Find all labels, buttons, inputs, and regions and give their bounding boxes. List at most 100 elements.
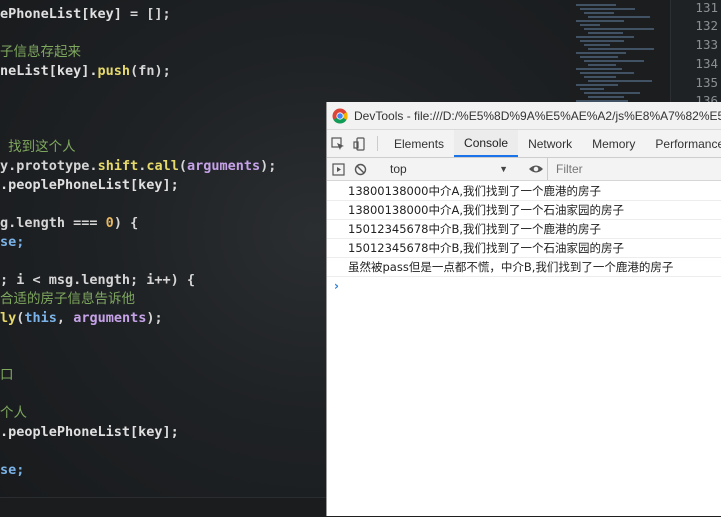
minimap-line (588, 16, 650, 18)
code-token: ly (0, 310, 17, 326)
minimap-line (576, 36, 634, 38)
code-token: ; i < msg.length; i++) { (0, 272, 196, 288)
minimap-line (584, 60, 644, 62)
inspect-element-icon[interactable] (327, 130, 349, 157)
minimap-line (588, 48, 654, 50)
tab-network[interactable]: Network (518, 130, 582, 157)
code-line: g.length === 0) { (0, 214, 138, 233)
code-token: . (89, 158, 98, 174)
editor-horizontal-scrollbar[interactable] (0, 497, 326, 517)
minimap-line (588, 80, 652, 82)
code-token: ePhoneList[key] (0, 6, 122, 22)
code-line: 合适的房子信息告诉他 (0, 290, 135, 309)
code-line: ; i < msg.length; i++) { (0, 271, 195, 290)
minimap-line (588, 32, 623, 34)
console-output: 13800138000中介A,我们找到了一个鹿港的房子 13800138000中… (327, 181, 721, 295)
minimap-line (580, 8, 635, 10)
minimap-line (588, 96, 624, 98)
code-token: 口 (0, 367, 14, 383)
minimap-line (584, 12, 614, 14)
tab-performance[interactable]: Performance (645, 130, 721, 157)
minimap-line (576, 52, 626, 54)
toolbar-divider (377, 136, 378, 151)
line-number: 133 (695, 37, 718, 52)
chrome-logo-icon (332, 108, 348, 124)
tab-memory[interactable]: Memory (582, 130, 645, 157)
code-line: 个人 (0, 404, 27, 423)
code-line: y.prototype.shift.call(arguments); (0, 157, 276, 176)
code-line: neList[key].push(fn); (0, 62, 171, 81)
code-token: neList[key]. (0, 63, 98, 79)
devtools-tabbar: Elements Console Network Memory Performa… (327, 130, 721, 158)
console-message: 13800138000中介A,我们找到了一个石油家园的房子 (327, 201, 721, 220)
minimap-line (576, 68, 622, 70)
devtools-titlebar[interactable]: DevTools - file:///D:/%E5%8D%9A%E5%AE%A2… (327, 102, 721, 130)
code-line: 找到这个人 (0, 138, 76, 157)
code-token: ) { (113, 215, 139, 231)
console-toolbar: top ▼ Filter (327, 158, 721, 181)
device-toolbar-icon[interactable] (349, 130, 371, 157)
code-token: .peoplePhoneList[key]; (0, 424, 179, 440)
console-prompt[interactable]: › (327, 277, 721, 295)
code-token: = []; (121, 6, 171, 22)
code-token: .peoplePhoneList[key]; (0, 177, 179, 193)
code-line: 子信息存起来 (0, 43, 81, 62)
devtools-title: DevTools - file:///D:/%E5%8D%9A%E5%AE%A2… (354, 108, 721, 123)
code-token: arguments (187, 158, 261, 174)
devtools-window: DevTools - file:///D:/%E5%8D%9A%E5%AE%A2… (326, 102, 721, 516)
code-token: arguments (73, 310, 147, 326)
eye-icon[interactable] (525, 163, 547, 175)
code-token: , (56, 310, 74, 326)
minimap-line (584, 92, 640, 94)
code-minimap[interactable] (570, 0, 670, 110)
line-number-gutter: 131 132 133 134 135 136 (670, 0, 721, 110)
minimap-line (580, 88, 604, 90)
line-number: 132 (695, 18, 718, 33)
code-token: ); (146, 310, 163, 326)
code-line: 口 (0, 366, 14, 385)
code-line: ePhoneList[key] = []; (0, 5, 171, 24)
code-token: ); (260, 158, 277, 174)
code-line: .peoplePhoneList[key]; (0, 423, 179, 442)
code-token: se; (0, 462, 25, 478)
minimap-line (588, 64, 616, 66)
code-token: prototype (16, 158, 90, 174)
dropdown-arrow-icon: ▼ (499, 164, 508, 174)
console-filter-input[interactable]: Filter (547, 158, 721, 180)
code-token: se; (0, 234, 25, 250)
clear-console-icon[interactable] (349, 163, 371, 176)
code-token: 个人 (0, 405, 27, 421)
code-token: ( (178, 158, 187, 174)
minimap-line (576, 20, 624, 22)
code-token: 合适的房子信息告诉他 (0, 291, 135, 307)
code-token: g.length === (0, 215, 106, 231)
code-token: push (97, 63, 131, 79)
minimap-line (576, 84, 618, 86)
show-sidebar-icon[interactable] (327, 162, 349, 176)
code-token: this (24, 310, 57, 326)
code-token: 子信息存起来 (0, 44, 81, 60)
context-selector[interactable]: top ▼ (384, 162, 512, 176)
line-number: 135 (695, 75, 718, 90)
minimap-line (584, 28, 654, 30)
console-message: 15012345678中介B,我们找到了一个石油家园的房子 (327, 239, 721, 258)
tab-elements[interactable]: Elements (384, 130, 454, 157)
minimap-line (580, 56, 618, 58)
console-message: 15012345678中介B,我们找到了一个鹿港的房子 (327, 220, 721, 239)
context-selector-value: top (390, 162, 407, 176)
code-token: shift (97, 158, 139, 174)
tab-console[interactable]: Console (454, 130, 519, 157)
line-number: 131 (695, 0, 718, 15)
minimap-line (584, 44, 610, 46)
code-line: .peoplePhoneList[key]; (0, 176, 179, 195)
code-token: 0 (105, 215, 114, 231)
minimap-line (576, 4, 616, 6)
minimap-line (580, 72, 634, 74)
code-line: se; (0, 233, 24, 252)
code-token: y. (0, 158, 17, 174)
minimap-line (580, 24, 600, 26)
minimap-line (580, 40, 624, 42)
line-number: 134 (695, 56, 718, 71)
code-token: 找到这个人 (0, 139, 76, 155)
console-message: 13800138000中介A,我们找到了一个鹿港的房子 (327, 182, 721, 201)
